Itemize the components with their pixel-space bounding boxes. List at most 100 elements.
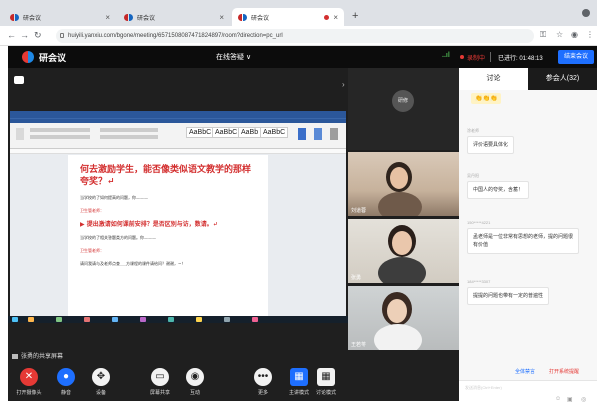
message-input-area[interactable]: 发送消息(Ctrl+Enter) — [459, 380, 597, 401]
star-icon[interactable]: ☆ — [556, 30, 563, 39]
control-label: 互动 — [189, 390, 200, 396]
participant-name: 张勇 — [351, 275, 362, 281]
style-preset: AaBbC — [260, 127, 289, 138]
menu-icon[interactable]: ⋮ — [586, 30, 594, 39]
speaker-mode-icon[interactable]: ▦ — [290, 368, 308, 386]
microphone-icon[interactable]: ● — [57, 368, 75, 386]
interaction-icon[interactable]: ◉ — [186, 368, 204, 386]
more-button[interactable]: ••• 更多 — [248, 368, 278, 396]
document-line: 卫生管老师： — [80, 248, 104, 253]
taskbar-app-icon — [28, 317, 34, 322]
participant-videos: 研修 刘道蓉 张勇 王若苓 — [348, 68, 459, 401]
device-button[interactable]: ✥ 设备 — [86, 368, 116, 396]
browser-tab-active[interactable]: 研会议 × — [232, 8, 344, 26]
forward-icon[interactable]: → — [20, 30, 29, 40]
shared-screen: AaBbC AaBbC AaBb AaBbC 何去激励学生，能否像类似语文教学的… — [10, 111, 346, 316]
discussion-mode-icon[interactable]: ▦ — [317, 368, 335, 386]
meeting-window: 研会议 在线答疑 ∨ ..ıl 录制中 已进行: 01:48:13 结束会议 ›… — [8, 46, 597, 403]
mute-all-link[interactable]: 全体禁言 — [515, 368, 535, 375]
participant-face — [390, 167, 408, 189]
document-heading: 何去激励学生，能否像类似语文教学的那样夸奖？↵ — [80, 165, 252, 187]
meeting-title-dropdown[interactable]: 在线答疑 ∨ — [216, 52, 251, 62]
chat-message: 孟老师是一位非常有思想的老师，提的问题很有价值 — [467, 228, 579, 254]
participant-body — [374, 324, 422, 350]
screen-share-icon — [12, 353, 18, 359]
send-icon[interactable]: ◎ — [581, 396, 586, 403]
expand-arrow-icon[interactable]: › — [342, 80, 345, 89]
divider — [490, 52, 491, 62]
document-line: 当学校的了如何提高的问题，你——— — [80, 195, 148, 200]
document-line: 当学校的了相关答题类方的问题。你——— — [80, 235, 156, 240]
system-reminder-link[interactable]: 打开系统提醒 — [549, 368, 579, 375]
speaker-mode-button[interactable]: ▦ 主讲模式 — [284, 368, 314, 396]
key-icon[interactable]: ⚿ — [540, 30, 546, 40]
emoji-icon[interactable]: ☺ — [555, 396, 561, 402]
document-line: 请问我请与及老师点查___方课程的课件请给问？谢谢，~！ — [80, 261, 186, 266]
taskbar-app-icon — [12, 317, 18, 322]
close-tab-icon[interactable]: × — [333, 13, 338, 22]
participant-face — [392, 231, 412, 255]
taskbar-app-icon — [252, 317, 258, 322]
more-icon[interactable]: ••• — [254, 368, 272, 386]
interaction-button[interactable]: ◉ 互动 — [180, 368, 210, 396]
screen-share-button[interactable]: ▭ 屏幕共享 — [145, 368, 175, 396]
browser-tab[interactable]: 研会议 × — [118, 8, 230, 26]
dictation-icon — [314, 128, 322, 140]
message-sender: 涂老师 — [467, 128, 479, 133]
url-field[interactable]: huiyili.yanxiu.com/bgone/meeting/6571508… — [56, 29, 534, 43]
device-settings-icon[interactable]: ✥ — [92, 368, 110, 386]
browser-tab-bar: 研会议 × 研会议 × 研会议 × + — [0, 0, 597, 26]
screen-share-icon[interactable]: ▭ — [151, 368, 169, 386]
participant-video[interactable]: 刘道蓉 — [348, 152, 459, 216]
lock-icon — [60, 33, 64, 38]
end-meeting-button[interactable]: 结束会议 — [558, 50, 594, 64]
message-sender: 吴丹阳 — [467, 173, 479, 178]
style-preset: AaBb — [238, 127, 262, 138]
sidebar-tabs: 讨论 参会人(32) — [459, 68, 597, 90]
chat-message: 中国人的夸奖，含蓄！ — [467, 181, 530, 199]
recording-status: 录制中 — [467, 56, 486, 62]
style-preset: AaBbC — [212, 127, 241, 138]
message-sender: 150*****4221 — [467, 220, 491, 225]
camera-toggle-button[interactable]: ✕ 打开摄像头 — [14, 368, 44, 396]
chat-bubble-icon[interactable] — [14, 76, 24, 84]
participant-tile[interactable]: 研修 — [348, 68, 459, 150]
close-tab-icon[interactable]: × — [105, 13, 110, 22]
control-label: 静音 — [60, 390, 71, 396]
participant-face — [387, 299, 407, 323]
control-label: 讨论模式 — [315, 390, 336, 396]
browser-tab[interactable]: 研会议 × — [4, 8, 116, 26]
meeting-controls: ✕ 打开摄像头 ● 静音 ✥ 设备 ▭ 屏幕共享 ◉ 互动 ••• 更多 ▦ 主… — [8, 364, 356, 401]
document-question: ▶ 提出激请如何课前安排？是否区别与访，数请。↵ — [80, 221, 218, 228]
new-tab-button[interactable]: + — [352, 10, 358, 22]
taskbar-app-icon — [196, 317, 202, 322]
brand-name: 研会议 — [39, 53, 67, 63]
chat-message: 评价语要具体化 — [467, 136, 515, 154]
share-label: 张勇的共享屏幕 — [12, 351, 63, 360]
find-icon — [298, 128, 306, 140]
recording-dot-icon — [324, 14, 330, 20]
tab-participants[interactable]: 参会人(32) — [528, 68, 597, 90]
participant-video[interactable]: 张勇 — [348, 219, 459, 283]
image-icon[interactable]: ▣ — [567, 396, 573, 403]
chat-message: 提提的问题也带有一定的普遍性 — [467, 287, 550, 305]
message-input-placeholder: 发送消息(Ctrl+Enter) — [465, 385, 502, 390]
participant-video[interactable]: 王若苓 — [348, 286, 459, 350]
participant-avatar: 研修 — [392, 90, 414, 112]
profile-icon[interactable]: ◉ — [571, 30, 578, 39]
participant-body — [378, 257, 426, 283]
tab-discussion[interactable]: 讨论 — [459, 68, 528, 90]
camera-off-icon[interactable]: ✕ — [20, 368, 38, 386]
discussion-mode-button[interactable]: ▦ 讨论模式 — [311, 368, 341, 396]
taskbar-app-icon — [168, 317, 174, 322]
shared-taskbar — [8, 316, 348, 323]
control-label: 主讲模式 — [288, 390, 309, 396]
back-icon[interactable]: ← — [7, 30, 16, 40]
site-logo-icon — [238, 13, 247, 21]
document-page: 何去激励学生，能否像类似语文教学的那样夸奖？↵ 当学校的了如何提高的问题，你——… — [68, 155, 268, 316]
close-tab-icon[interactable]: × — [219, 13, 224, 22]
mute-button[interactable]: ● 静音 — [51, 368, 81, 396]
reload-icon[interactable]: ↻ — [34, 30, 42, 41]
browser-menu-icon[interactable] — [582, 9, 590, 17]
control-label: 更多 — [257, 390, 268, 396]
